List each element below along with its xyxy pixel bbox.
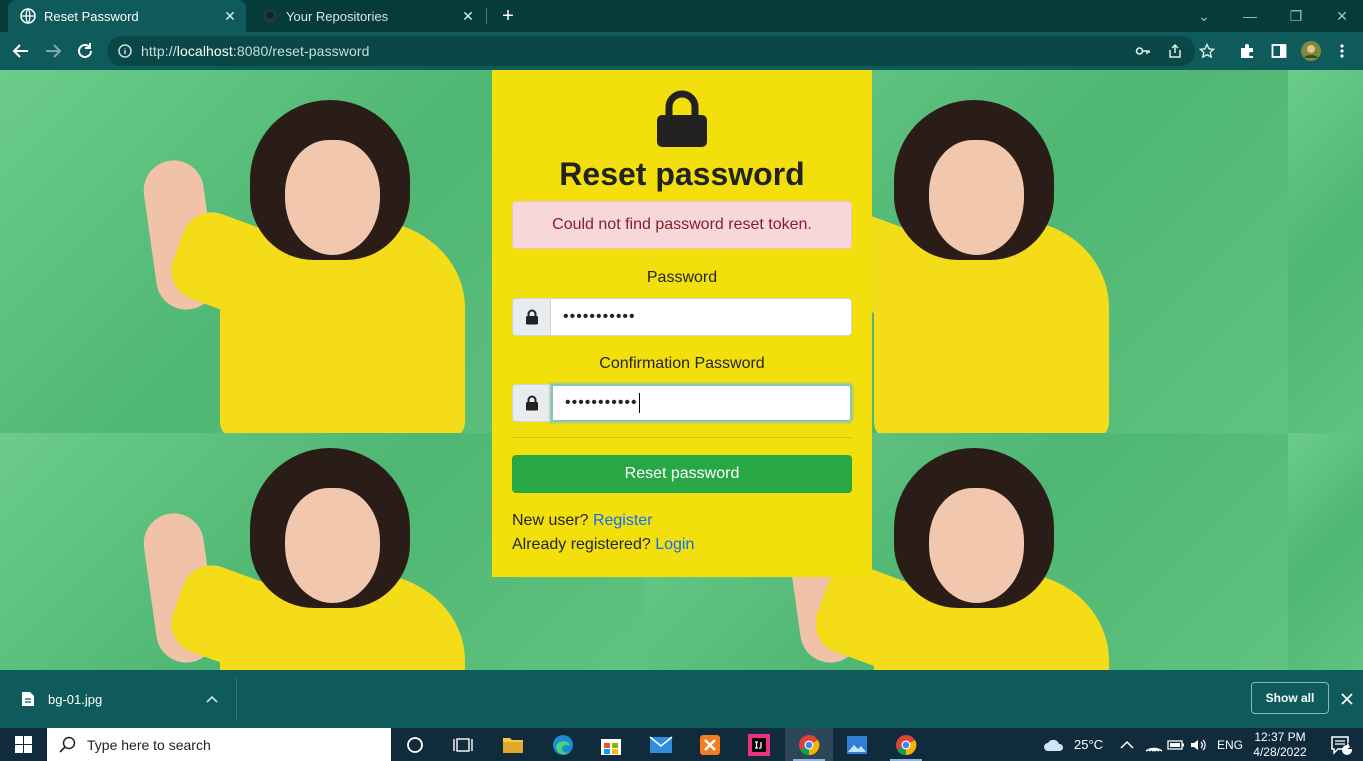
url-text: http://localhost:8080/reset-password (141, 43, 370, 59)
show-hidden-icons-chevron-icon[interactable] (1120, 728, 1134, 761)
background-photo (1288, 70, 1363, 433)
address-bar[interactable]: http://localhost:8080/reset-password (107, 36, 1195, 66)
close-tab-icon[interactable]: ✕ (220, 6, 240, 26)
notification-count: 1 (1347, 741, 1353, 752)
photos-icon[interactable] (833, 728, 881, 761)
language-indicator[interactable]: ENG (1217, 728, 1243, 761)
side-panel-icon[interactable] (1267, 39, 1291, 63)
new-user-text: New user? (512, 512, 589, 529)
register-line: New user? Register (512, 512, 653, 530)
chrome-profile-taskbar-icon[interactable] (882, 728, 930, 761)
search-placeholder: Type here to search (87, 736, 211, 753)
arrow-left-icon (12, 44, 28, 58)
confirm-password-input-group: ••••••••••• (512, 384, 852, 422)
file-icon (22, 692, 34, 706)
tab-reset-password[interactable]: Reset Password ✕ (8, 0, 246, 32)
edge-browser-icon[interactable] (539, 728, 587, 761)
password-input-group: ••••••••••• (512, 298, 852, 336)
page-title: Reset password (559, 156, 805, 192)
register-link[interactable]: Register (593, 512, 653, 529)
clock-time: 12:37 PM (1254, 730, 1306, 744)
minimize-button[interactable]: — (1227, 0, 1273, 32)
info-icon[interactable] (118, 44, 132, 58)
browser-toolbar: http://localhost:8080/reset-password (0, 32, 1363, 70)
network-icon[interactable] (1145, 728, 1163, 761)
clock-date: 4/28/2022 (1253, 745, 1307, 759)
cloud-icon (1044, 739, 1064, 751)
error-alert: Could not find password reset token. (512, 201, 852, 249)
weather-widget[interactable]: 25°C (1043, 728, 1103, 761)
key-icon[interactable] (1131, 39, 1155, 63)
xampp-icon[interactable] (686, 728, 734, 761)
task-view-icon[interactable] (439, 728, 487, 761)
share-icon[interactable] (1163, 39, 1187, 63)
kebab-menu-icon[interactable] (1330, 39, 1354, 63)
mail-icon[interactable] (637, 728, 685, 761)
reset-password-card: Reset password Could not find password r… (492, 70, 872, 577)
tab-title: Reset Password (44, 8, 139, 24)
battery-icon[interactable] (1167, 728, 1185, 761)
notification-center-icon[interactable]: 1 (1318, 728, 1363, 761)
reset-password-button[interactable]: Reset password (512, 455, 852, 493)
chevron-up-icon[interactable] (202, 689, 222, 709)
restore-button[interactable]: ❐ (1273, 0, 1319, 32)
tab-your-repositories[interactable]: Your Repositories ✕ (250, 0, 484, 32)
intellij-idea-icon[interactable] (735, 728, 783, 761)
globe-icon (20, 8, 36, 24)
windows-taskbar: Type here to search 25°C ENG 12:37 PM 4/… (0, 728, 1363, 761)
confirm-password-field[interactable]: ••••••••••• (551, 384, 852, 422)
extensions-puzzle-icon[interactable] (1235, 39, 1259, 63)
taskbar-search-box[interactable]: Type here to search (47, 728, 391, 761)
reload-icon (78, 43, 92, 58)
confirm-password-lock-icon (512, 384, 551, 422)
lock-icon (657, 90, 707, 147)
profile-avatar[interactable] (1299, 39, 1323, 63)
github-icon (262, 8, 278, 24)
microsoft-store-icon[interactable] (587, 728, 635, 761)
login-line: Already registered? Login (512, 536, 694, 554)
windows-start-button[interactable] (0, 728, 47, 761)
already-registered-text: Already registered? (512, 536, 651, 553)
download-bar: bg-01.jpg Show all (0, 670, 1363, 728)
download-item[interactable]: bg-01.jpg (0, 670, 236, 728)
page-viewport: Reset password Could not find password r… (0, 70, 1363, 670)
tab-title: Your Repositories (286, 8, 389, 24)
background-photo (1288, 433, 1363, 670)
password-field[interactable]: ••••••••••• (551, 298, 852, 336)
close-window-button[interactable]: ✕ (1319, 0, 1363, 32)
browser-tab-strip: Reset Password ✕ Your Repositories ✕ + ⌄… (0, 0, 1363, 32)
password-label: Password (646, 269, 718, 286)
tab-search-chevron-icon[interactable]: ⌄ (1181, 0, 1227, 32)
show-all-button[interactable]: Show all (1251, 682, 1329, 714)
file-explorer-icon[interactable] (489, 728, 537, 761)
close-tab-icon[interactable]: ✕ (458, 6, 478, 26)
download-file-name: bg-01.jpg (48, 691, 103, 707)
weather-temperature: 25°C (1074, 737, 1104, 752)
tab-divider (486, 8, 487, 24)
close-download-bar-icon[interactable] (1336, 688, 1358, 710)
back-button[interactable] (7, 37, 35, 65)
cortana-icon[interactable] (391, 728, 439, 761)
download-divider (236, 678, 237, 720)
forward-button[interactable] (39, 37, 67, 65)
password-lock-icon (512, 298, 551, 336)
system-clock[interactable]: 12:37 PM 4/28/2022 (1247, 730, 1313, 760)
reload-button[interactable] (71, 37, 99, 65)
search-icon (59, 736, 76, 753)
volume-icon[interactable] (1190, 728, 1208, 761)
bookmark-star-icon[interactable] (1195, 39, 1219, 63)
login-link[interactable]: Login (655, 536, 694, 553)
arrow-right-icon (46, 44, 62, 58)
new-tab-button[interactable]: + (496, 4, 520, 28)
chrome-taskbar-icon[interactable] (785, 728, 833, 761)
divider (512, 437, 852, 438)
confirm-password-label: Confirmation Password (599, 355, 765, 372)
windows-logo-icon (15, 736, 32, 753)
